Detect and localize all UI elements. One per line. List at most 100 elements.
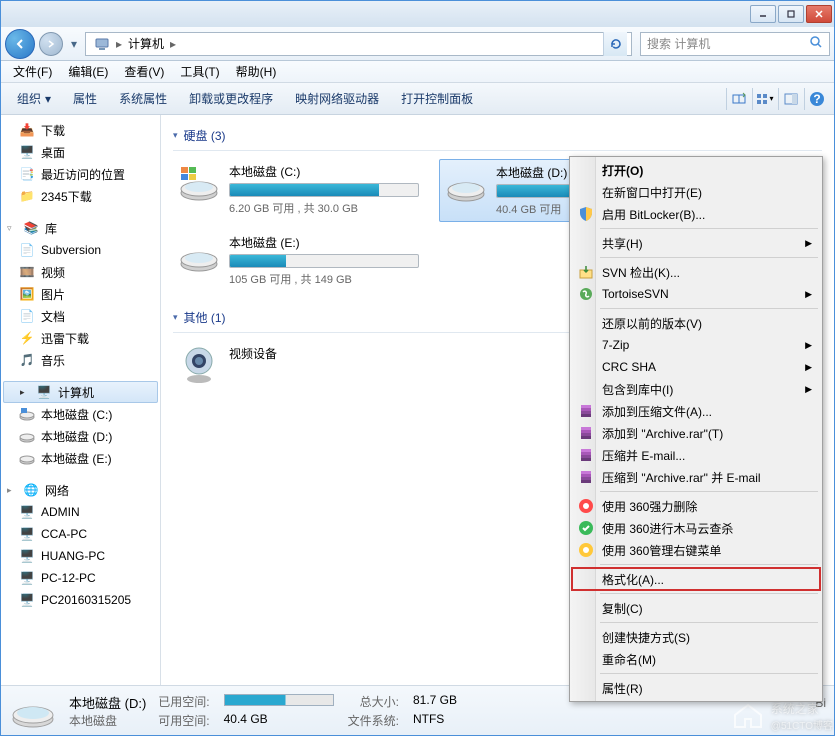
toolbar-control-panel[interactable]: 打开控制面板 bbox=[391, 86, 483, 111]
context-item[interactable]: 共享(H) ▶ bbox=[572, 232, 820, 254]
context-separator bbox=[600, 491, 818, 492]
used-bar bbox=[224, 693, 334, 710]
help-icon[interactable]: ? bbox=[804, 88, 828, 110]
close-button[interactable] bbox=[806, 5, 832, 23]
view-icon-1[interactable] bbox=[726, 88, 750, 110]
sidebar-network[interactable]: ▸🌐网络 bbox=[1, 479, 160, 501]
sidebar-item[interactable]: 📄Subversion bbox=[1, 239, 160, 261]
sidebar-network-pc[interactable]: 🖥️PC-12-PC bbox=[1, 567, 160, 589]
preview-pane-icon[interactable] bbox=[778, 88, 802, 110]
context-item[interactable]: 压缩并 E-mail... bbox=[572, 444, 820, 466]
context-item[interactable]: 7-Zip ▶ bbox=[572, 334, 820, 356]
menu-tools[interactable]: 工具(T) bbox=[172, 61, 227, 82]
context-item[interactable]: 添加到 "Archive.rar"(T) bbox=[572, 422, 820, 444]
search-box[interactable]: 搜索 计算机 bbox=[640, 32, 830, 56]
context-item[interactable]: 压缩到 "Archive.rar" 并 E-mail bbox=[572, 466, 820, 488]
drive-icon bbox=[19, 428, 35, 444]
view-icon-2[interactable]: ▾ bbox=[752, 88, 776, 110]
context-item[interactable]: 打开(O) bbox=[572, 159, 820, 181]
toolbar-map-drive[interactable]: 映射网络驱动器 bbox=[285, 86, 389, 111]
webcam-icon bbox=[177, 345, 221, 385]
drive-icon bbox=[177, 163, 221, 203]
sidebar-item-label: HUANG-PC bbox=[41, 549, 105, 563]
drive-item[interactable]: 本地磁盘 (C:) 6.20 GB 可用 , 共 30.0 GB bbox=[173, 159, 423, 222]
refresh-button[interactable] bbox=[603, 32, 627, 56]
sidebar-item[interactable]: 📑最近访问的位置 bbox=[1, 163, 160, 185]
used-label: 已用空间: bbox=[158, 693, 209, 710]
sidebar-item[interactable]: 🖥️桌面 bbox=[1, 141, 160, 163]
sidebar-libraries[interactable]: ▿📚库 bbox=[1, 217, 160, 239]
sidebar-item[interactable]: 📁2345下载 bbox=[1, 185, 160, 207]
drive-free-text: 6.20 GB 可用 , 共 30.0 GB bbox=[229, 200, 419, 216]
sidebar-item-label: PC-12-PC bbox=[41, 571, 96, 585]
sidebar-network-pc[interactable]: 🖥️ADMIN bbox=[1, 501, 160, 523]
breadcrumb-computer[interactable]: 计算机 bbox=[124, 35, 168, 52]
drive-usage-bar bbox=[229, 254, 419, 268]
context-item[interactable]: SVN 检出(K)... bbox=[572, 261, 820, 283]
sidebar-item-label: 视频 bbox=[41, 264, 65, 281]
svn-icon bbox=[576, 285, 596, 303]
organize-button[interactable]: 组织 ▾ bbox=[7, 86, 61, 111]
context-item[interactable]: 在新窗口中打开(E) bbox=[572, 181, 820, 203]
breadcrumb-sep: ▸ bbox=[168, 37, 178, 51]
navbar: ▾ ▸ 计算机 ▸ 搜索 计算机 bbox=[1, 27, 834, 61]
menu-view[interactable]: 查看(V) bbox=[116, 61, 172, 82]
minimize-button[interactable] bbox=[750, 5, 776, 23]
group-hdd[interactable]: ▾硬盘 (3) bbox=[173, 123, 822, 151]
context-item[interactable]: 重命名(M) bbox=[572, 648, 820, 670]
context-separator bbox=[600, 228, 818, 229]
context-item-label: 7-Zip bbox=[602, 338, 629, 352]
menu-edit[interactable]: 编辑(E) bbox=[60, 61, 116, 82]
menu-help[interactable]: 帮助(H) bbox=[228, 61, 285, 82]
maximize-button[interactable] bbox=[778, 5, 804, 23]
video-icon: 🎞️ bbox=[19, 264, 35, 280]
context-item[interactable]: 格式化(A)... bbox=[572, 568, 820, 590]
context-item[interactable]: 启用 BitLocker(B)... bbox=[572, 203, 820, 225]
device-item[interactable]: 视频设备 bbox=[173, 341, 423, 389]
context-item[interactable]: TortoiseSVN ▶ bbox=[572, 283, 820, 305]
context-item[interactable]: 使用 360进行木马云查杀 bbox=[572, 517, 820, 539]
context-item[interactable]: 属性(R) bbox=[572, 677, 820, 699]
toolbar-uninstall[interactable]: 卸载或更改程序 bbox=[179, 86, 283, 111]
menu-file[interactable]: 文件(F) bbox=[5, 61, 60, 82]
forward-button[interactable] bbox=[39, 32, 63, 56]
context-item-label: 共享(H) bbox=[602, 235, 643, 252]
sidebar-item-label: 下载 bbox=[41, 122, 65, 139]
context-item-label: 复制(C) bbox=[602, 600, 643, 617]
sidebar-item[interactable]: 📄文档 bbox=[1, 305, 160, 327]
back-button[interactable] bbox=[5, 29, 35, 59]
context-item[interactable]: 使用 360管理右键菜单 bbox=[572, 539, 820, 561]
sidebar-item[interactable]: 📥下载 bbox=[1, 119, 160, 141]
context-item[interactable]: 包含到库中(I) ▶ bbox=[572, 378, 820, 400]
sidebar-network-pc[interactable]: 🖥️PC20160315205 bbox=[1, 589, 160, 611]
sidebar-network-pc[interactable]: 🖥️CCA-PC bbox=[1, 523, 160, 545]
context-item-label: 打开(O) bbox=[602, 162, 643, 179]
context-item[interactable]: 添加到压缩文件(A)... bbox=[572, 400, 820, 422]
sidebar-item-label: 文档 bbox=[41, 308, 65, 325]
history-dropdown[interactable]: ▾ bbox=[67, 29, 81, 59]
sidebar-item[interactable]: 🎞️ 视频 bbox=[1, 261, 160, 283]
context-item[interactable]: 复制(C) bbox=[572, 597, 820, 619]
sidebar-drive[interactable]: 本地磁盘 (D:) bbox=[1, 425, 160, 447]
sidebar-computer[interactable]: ▸🖥️计算机 bbox=[3, 381, 158, 403]
sidebar-item[interactable]: 🎵音乐 bbox=[1, 349, 160, 371]
sidebar-item[interactable]: ⚡迅雷下载 bbox=[1, 327, 160, 349]
sidebar-drive[interactable]: 本地磁盘 (C:) bbox=[1, 403, 160, 425]
context-separator bbox=[600, 257, 818, 258]
sidebar-item[interactable]: 🖼️图片 bbox=[1, 283, 160, 305]
toolbar-properties[interactable]: 属性 bbox=[63, 86, 107, 111]
context-item[interactable]: 创建快捷方式(S) bbox=[572, 626, 820, 648]
sidebar-item-label: ADMIN bbox=[41, 505, 80, 519]
address-bar[interactable]: ▸ 计算机 ▸ bbox=[85, 32, 632, 56]
context-item[interactable]: 使用 360强力删除 bbox=[572, 495, 820, 517]
submenu-arrow-icon: ▶ bbox=[805, 362, 812, 373]
drive-item[interactable]: 本地磁盘 (E:) 105 GB 可用 , 共 149 GB bbox=[173, 230, 423, 291]
toolbar-sys-properties[interactable]: 系统属性 bbox=[109, 86, 177, 111]
sidebar-network-pc[interactable]: 🖥️HUANG-PC bbox=[1, 545, 160, 567]
context-item[interactable]: CRC SHA ▶ bbox=[572, 356, 820, 378]
sidebar-item-label: 桌面 bbox=[41, 144, 65, 161]
context-item-label: 创建快捷方式(S) bbox=[602, 629, 690, 646]
context-separator bbox=[600, 673, 818, 674]
sidebar-drive[interactable]: 本地磁盘 (E:) bbox=[1, 447, 160, 469]
context-item[interactable]: 还原以前的版本(V) bbox=[572, 312, 820, 334]
